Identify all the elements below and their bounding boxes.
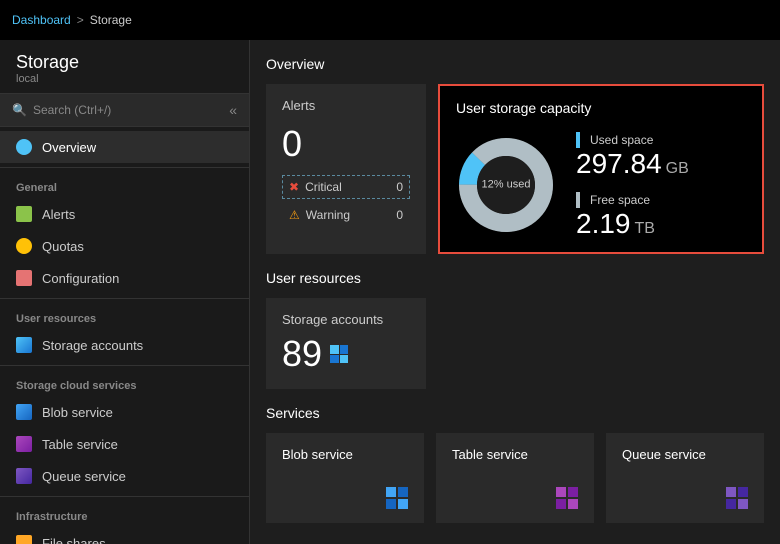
sidebar-item-queue-service[interactable]: Queue service (0, 460, 249, 492)
sidebar-item-label: Quotas (42, 239, 84, 254)
storage-accounts-card[interactable]: Storage accounts 89 (266, 298, 426, 389)
quotas-icon (16, 238, 32, 254)
sidebar-item-label: Overview (42, 140, 96, 155)
queue-icon (726, 487, 748, 509)
queue-service-label: Queue service (622, 447, 748, 462)
section-label-cloud-services: Storage cloud services (0, 370, 249, 396)
queue-service-icon-area (622, 487, 748, 509)
blob-service-icon-area (282, 487, 408, 509)
user-resources-section: User resources Storage accounts 89 (266, 270, 764, 389)
breadcrumb-current: Storage (90, 13, 132, 27)
breadcrumb-separator: > (77, 13, 84, 27)
sidebar-item-alerts[interactable]: Alerts (0, 198, 249, 230)
sidebar-item-overview[interactable]: Overview (0, 131, 249, 163)
user-resources-title: User resources (266, 270, 764, 286)
donut-chart: 12% used (456, 135, 556, 235)
alerts-card-title: Alerts (282, 98, 410, 113)
section-label-user-resources: User resources (0, 303, 249, 329)
services-section: Services Blob service Table service (266, 405, 764, 523)
sidebar-item-blob-service[interactable]: Blob service (0, 396, 249, 428)
table-service-icon-area (452, 487, 578, 509)
alerts-card: Alerts 0 ✖ Critical 0 ⚠ Warning 0 (266, 84, 426, 254)
sidebar-item-storage-accounts[interactable]: Storage accounts (0, 329, 249, 361)
critical-value: 0 (396, 180, 403, 194)
critical-icon: ✖ (289, 180, 299, 194)
storage-accounts-icon-small (330, 345, 348, 363)
free-space-label: Free space (576, 192, 689, 208)
sidebar: Storage local 🔍 « Overview General Alert… (0, 40, 250, 544)
main-content: Overview Alerts 0 ✖ Critical 0 ⚠ Warning… (250, 40, 780, 544)
blob-service-icon (16, 404, 32, 420)
services-grid: Blob service Table service (266, 433, 764, 523)
warning-alert-row[interactable]: ⚠ Warning 0 (282, 203, 410, 227)
sidebar-item-label: Configuration (42, 271, 119, 286)
sidebar-item-label: Alerts (42, 207, 75, 222)
services-title: Services (266, 405, 764, 421)
used-space-label: Used space (576, 132, 689, 148)
breadcrumb-dashboard-link[interactable]: Dashboard (12, 13, 71, 27)
sidebar-item-label: File shares (42, 536, 106, 544)
capacity-inner: 12% used Used space 297.84GB (456, 132, 746, 238)
sidebar-item-file-shares[interactable]: File shares (0, 527, 249, 544)
table-icon (556, 487, 578, 509)
sidebar-item-label: Queue service (42, 469, 126, 484)
search-icon: 🔍 (12, 103, 27, 117)
sidebar-item-label: Blob service (42, 405, 113, 420)
free-space-value: 2.19TB (576, 210, 689, 238)
capacity-title: User storage capacity (456, 100, 746, 116)
storage-accounts-value: 89 (282, 333, 410, 375)
free-space-stat: Free space 2.19TB (576, 192, 689, 238)
topbar: Dashboard > Storage (0, 0, 780, 40)
service-card-table[interactable]: Table service (436, 433, 594, 523)
sidebar-item-configuration[interactable]: Configuration (0, 262, 249, 294)
table-service-label: Table service (452, 447, 578, 462)
sidebar-collapse-button[interactable]: « (229, 102, 237, 118)
overview-icon (16, 139, 32, 155)
warning-value: 0 (396, 208, 403, 222)
capacity-card: User storage capacity (438, 84, 764, 254)
warning-icon: ⚠ (289, 208, 300, 222)
file-shares-icon (16, 535, 32, 544)
blob-service-label: Blob service (282, 447, 408, 462)
overview-section-title: Overview (266, 56, 764, 72)
sidebar-item-quotas[interactable]: Quotas (0, 230, 249, 262)
overview-row: Alerts 0 ✖ Critical 0 ⚠ Warning 0 User s… (266, 84, 764, 254)
donut-label: 12% used (482, 178, 531, 191)
alerts-icon (16, 206, 32, 222)
section-label-infrastructure: Infrastructure (0, 501, 249, 527)
queue-service-icon (16, 468, 32, 484)
blob-icon (386, 487, 408, 509)
table-service-icon (16, 436, 32, 452)
used-space-stat: Used space 297.84GB (576, 132, 689, 178)
sidebar-item-label: Table service (42, 437, 118, 452)
sidebar-search-bar[interactable]: 🔍 « (0, 94, 249, 127)
storage-accounts-icon (16, 337, 32, 353)
service-card-blob[interactable]: Blob service (266, 433, 424, 523)
warning-label: Warning (306, 208, 391, 222)
section-label-general: General (0, 172, 249, 198)
storage-accounts-card-title: Storage accounts (282, 312, 410, 327)
sidebar-header: Storage local (0, 40, 249, 94)
sidebar-item-label: Storage accounts (42, 338, 143, 353)
critical-alert-row[interactable]: ✖ Critical 0 (282, 175, 410, 199)
main-layout: Storage local 🔍 « Overview General Alert… (0, 40, 780, 544)
config-icon (16, 270, 32, 286)
used-space-value: 297.84GB (576, 150, 689, 178)
search-input[interactable] (33, 103, 223, 117)
service-card-queue[interactable]: Queue service (606, 433, 764, 523)
sidebar-subtitle: local (16, 73, 233, 85)
sidebar-nav: Overview General Alerts Quotas Configura… (0, 127, 249, 544)
alerts-count: 0 (282, 123, 410, 165)
capacity-stats: Used space 297.84GB Free space (576, 132, 689, 238)
sidebar-item-table-service[interactable]: Table service (0, 428, 249, 460)
sidebar-title: Storage (16, 52, 233, 73)
critical-label: Critical (305, 180, 390, 194)
